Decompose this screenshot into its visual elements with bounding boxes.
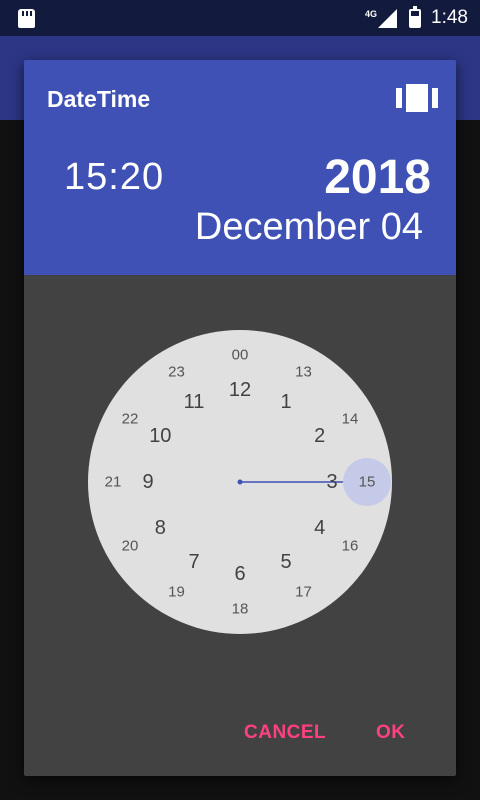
clock-hour-5[interactable]: 5 [280,552,291,572]
clock-hour-15[interactable]: 15 [359,475,376,490]
clock-hour-18[interactable]: 18 [232,602,249,617]
selected-year[interactable]: 2018 [324,150,431,205]
clock-hour-9[interactable]: 9 [142,472,153,492]
sd-card-icon [18,9,35,28]
cancel-button[interactable]: CANCEL [244,722,326,744]
battery-icon [409,5,422,28]
clock-hour-10[interactable]: 10 [149,426,171,446]
clock-hour-11[interactable]: 11 [184,392,205,412]
clock-hour-20[interactable]: 20 [122,538,139,553]
status-bar: 4G 1:48 [0,0,480,36]
view-carousel-icon[interactable] [396,84,438,112]
clock-hour-13[interactable]: 13 [295,365,312,380]
clock-hour-7[interactable]: 7 [188,552,199,572]
clock-hour-19[interactable]: 19 [168,584,185,599]
clock-hand-layer [237,458,391,506]
clock-hour-14[interactable]: 14 [342,411,359,426]
clock-hour-8[interactable]: 8 [155,518,166,538]
clock-hour-17[interactable]: 17 [295,584,312,599]
selected-time[interactable]: 15:20 [64,156,164,199]
signal-icon [378,8,398,28]
clock-hour-21[interactable]: 21 [105,475,122,490]
clock-hour-6[interactable]: 6 [234,564,245,584]
selected-date[interactable]: December 04 [195,206,423,249]
clock-hour-4[interactable]: 4 [314,518,325,538]
status-time: 1:48 [431,7,468,28]
clock-hour-12[interactable]: 12 [229,380,251,400]
dialog-title: DateTime [47,86,151,112]
clock-hour-00[interactable]: 00 [232,348,249,363]
clock-hour-22[interactable]: 22 [122,411,139,426]
clock-center-dot [237,479,243,485]
clock-hour-16[interactable]: 16 [342,538,359,553]
network-type: 4G [365,9,378,19]
clock-hour-3[interactable]: 3 [326,472,337,492]
clock-hour-1[interactable]: 1 [280,392,291,412]
ok-button[interactable]: OK [376,722,406,744]
clock-hour-2[interactable]: 2 [314,426,325,446]
dialog-header: DateTime 15:20 2018 December 04 [24,60,456,275]
clock-face[interactable]: 12 1 2 3 4 5 6 7 8 9 10 11 00 13 14 15 16 17 18 19 20 21 22 23 [88,330,392,634]
datetime-dialog: DateTime 15:20 2018 December 04 12 1 2 3 4 5 6… [24,60,456,776]
clock-hour-23[interactable]: 23 [168,365,185,380]
